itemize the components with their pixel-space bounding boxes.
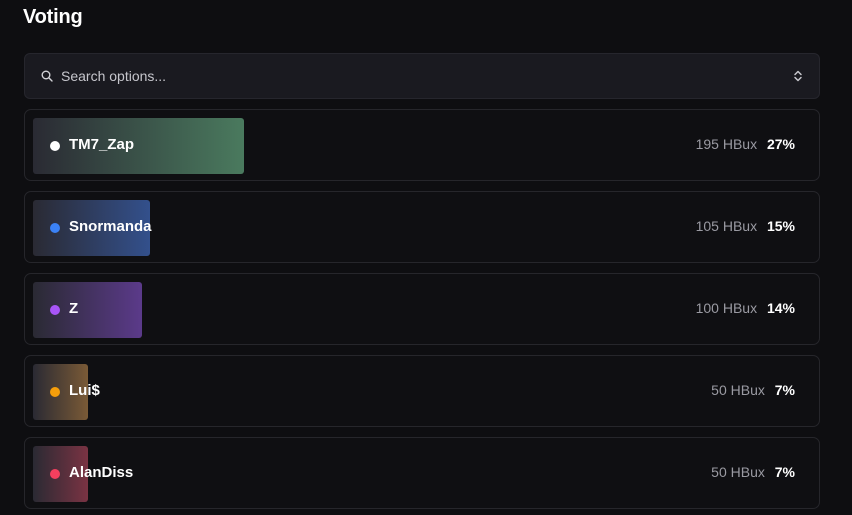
option-stats: 50 HBux 7% xyxy=(711,464,795,480)
option-stats: 50 HBux 7% xyxy=(711,382,795,398)
chevrons-up-down-icon[interactable] xyxy=(791,69,805,83)
search-box[interactable] xyxy=(24,53,820,99)
option-z[interactable]: Z 100 HBux 14% xyxy=(24,273,820,345)
option-amount: 50 HBux xyxy=(711,382,765,398)
option-color-dot xyxy=(50,387,60,397)
option-percent: 7% xyxy=(774,382,795,398)
option-percent: 15% xyxy=(766,218,795,234)
option-snormanda[interactable]: Snormanda 105 HBux 15% xyxy=(24,191,820,263)
page-title: Voting xyxy=(23,6,83,28)
option-name: Lui$ xyxy=(69,382,100,399)
search-input[interactable] xyxy=(61,54,781,98)
option-amount: 100 HBux xyxy=(695,300,758,316)
option-stats: 195 HBux 27% xyxy=(696,136,795,152)
option-tm7-zap[interactable]: TM7_Zap 195 HBux 27% xyxy=(24,109,820,181)
option-percent: 7% xyxy=(774,464,795,480)
option-name: AlanDiss xyxy=(69,464,134,481)
option-stats: 100 HBux 14% xyxy=(696,300,795,316)
option-name: Z xyxy=(69,300,79,317)
option-name: TM7_Zap xyxy=(69,136,135,153)
vote-share-bar xyxy=(33,118,244,174)
search-icon xyxy=(41,70,53,82)
option-lui[interactable]: Lui$ 50 HBux 7% xyxy=(24,355,820,427)
option-color-dot xyxy=(50,469,60,479)
option-amount: 195 HBux xyxy=(695,136,758,152)
option-color-dot xyxy=(50,141,60,151)
option-percent: 14% xyxy=(766,300,795,316)
option-stats: 105 HBux 15% xyxy=(696,218,795,234)
option-color-dot xyxy=(50,305,60,315)
option-amount: 105 HBux xyxy=(695,218,758,234)
option-name: Snormanda xyxy=(69,218,152,235)
option-percent: 27% xyxy=(766,136,795,152)
option-color-dot xyxy=(50,223,60,233)
voting-panel: Voting TM7_Zap 195 HBux 27% Snormanda 10… xyxy=(0,0,852,515)
option-amount: 50 HBux xyxy=(711,464,765,480)
option-alandiss[interactable]: AlanDiss 50 HBux 7% xyxy=(24,437,820,509)
